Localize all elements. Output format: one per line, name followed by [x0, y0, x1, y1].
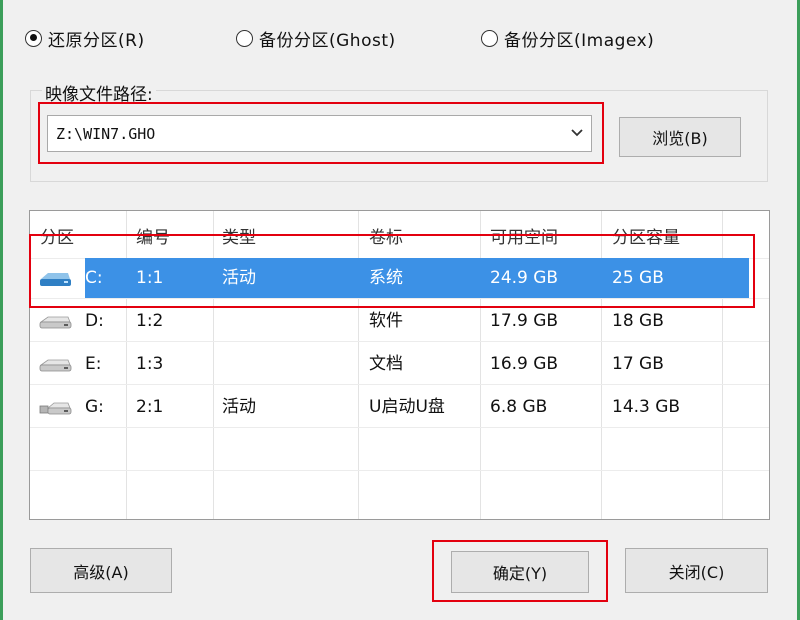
cell-type: 活动	[222, 397, 256, 417]
image-path-combobox[interactable]: Z:\WIN7.GHO	[47, 115, 592, 152]
column-header-free-space[interactable]: 可用空间	[490, 223, 558, 248]
radio-unchecked-icon	[481, 29, 498, 47]
cell-capacity: 18 GB	[612, 311, 664, 331]
cell-free: 6.8 GB	[490, 397, 548, 417]
cell-free: 24.9 GB	[490, 268, 559, 288]
partition-table[interactable]: 分区 编号 类型 卷标 可用空间 分区容量 C: 1:1 活动 系统 24.9 …	[29, 210, 770, 520]
row-divider	[30, 341, 769, 342]
column-header-partition[interactable]: 分区	[40, 223, 74, 248]
cell-drive: C:	[85, 268, 103, 288]
cell-label: 文档	[369, 354, 403, 374]
radio-restore-label: 还原分区(R)	[48, 30, 145, 51]
cell-free: 17.9 GB	[490, 311, 559, 331]
radio-unchecked-icon	[236, 29, 253, 47]
browse-button[interactable]: 浏览(B)	[619, 117, 741, 157]
column-header-number[interactable]: 编号	[136, 223, 170, 248]
cell-drive: G:	[85, 397, 104, 417]
radio-checked-icon	[25, 29, 42, 47]
ok-button[interactable]: 确定(Y)	[451, 551, 589, 593]
column-header-type[interactable]: 类型	[222, 223, 256, 248]
image-path-label: 映像文件路径:	[42, 80, 156, 105]
cell-number: 1:1	[136, 268, 164, 288]
system-drive-icon	[40, 273, 71, 286]
row-divider	[30, 427, 769, 428]
cell-label: U启动U盘	[369, 397, 445, 417]
row-divider	[30, 470, 769, 471]
cell-label: 系统	[369, 268, 403, 288]
close-button[interactable]: 关闭(C)	[625, 548, 768, 593]
hard-drive-icon	[39, 359, 72, 372]
cell-label: 软件	[369, 311, 403, 331]
hard-drive-icon	[39, 316, 72, 329]
cell-type: 活动	[222, 268, 256, 288]
cell-capacity: 17 GB	[612, 354, 664, 374]
advanced-button[interactable]: 高级(A)	[30, 548, 172, 593]
cell-number: 1:3	[136, 354, 164, 374]
cell-drive: E:	[85, 354, 102, 374]
radio-restore-partition[interactable]: 还原分区(R)	[25, 24, 145, 52]
cell-number: 2:1	[136, 397, 164, 417]
radio-backup-imagex-label: 备份分区(Imagex)	[504, 30, 655, 51]
cell-capacity: 25 GB	[612, 268, 664, 288]
radio-backup-ghost[interactable]: 备份分区(Ghost)	[236, 24, 396, 52]
column-header-capacity[interactable]: 分区容量	[612, 223, 680, 248]
cell-number: 1:2	[136, 311, 164, 331]
row-divider	[30, 298, 769, 299]
radio-backup-ghost-label: 备份分区(Ghost)	[259, 30, 396, 51]
cell-drive: D:	[85, 311, 104, 331]
radio-backup-imagex[interactable]: 备份分区(Imagex)	[481, 24, 654, 52]
cell-free: 16.9 GB	[490, 354, 559, 374]
window-left-edge	[0, 0, 3, 620]
table-row-selected[interactable]: C: 1:1 活动 系统 24.9 GB 25 GB	[85, 258, 749, 298]
usb-drive-icon	[39, 402, 72, 415]
chevron-down-icon[interactable]	[563, 126, 591, 141]
column-header-volume-label[interactable]: 卷标	[369, 223, 403, 248]
row-divider	[30, 384, 769, 385]
image-path-value: Z:\WIN7.GHO	[56, 124, 156, 143]
cell-capacity: 14.3 GB	[612, 397, 681, 417]
